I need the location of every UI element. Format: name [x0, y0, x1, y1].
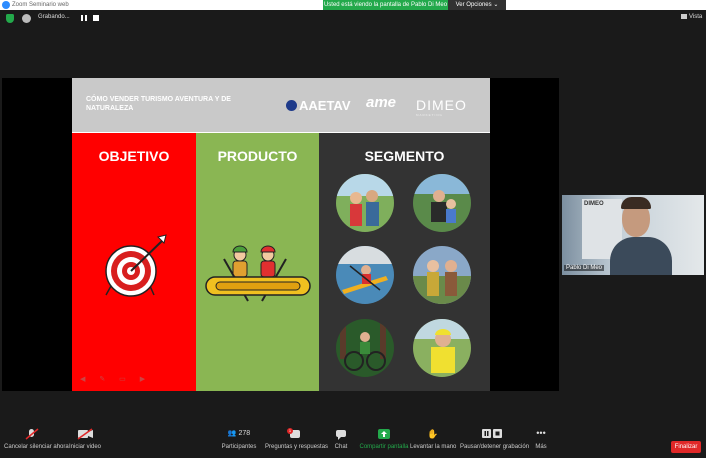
- unmute-button[interactable]: Cancelar silenciar ahora: [4, 428, 69, 450]
- rafting-icon: [205, 245, 311, 302]
- more-icon: •••: [536, 428, 546, 438]
- qa-badge: 1: [287, 428, 293, 434]
- pause-recording-icon[interactable]: [81, 15, 87, 21]
- meeting-top-bar: [0, 10, 706, 30]
- raise-hand-button[interactable]: ✋ Levantar la mano: [410, 428, 456, 450]
- segmento-column: SEGMENTO: [319, 133, 490, 391]
- producto-title: PRODUCTO: [217, 148, 298, 164]
- view-options-button[interactable]: Ver Opciones ⌄: [448, 0, 506, 10]
- share-screen-button[interactable]: Compartir pantalla: [358, 428, 410, 450]
- chat-button[interactable]: Chat: [332, 428, 350, 450]
- segment-photo-family: [413, 174, 471, 232]
- view-label: Vista: [689, 14, 703, 20]
- recording-icon: [22, 14, 31, 23]
- slide-controls[interactable]: ◀ ✎ ▭ ▶: [80, 375, 151, 383]
- producto-column: PRODUCTO: [196, 133, 319, 391]
- share-screen-icon: [378, 429, 390, 439]
- participants-icon: 👥 278: [227, 430, 251, 437]
- participant-body: [610, 237, 672, 275]
- segmento-title: SEGMENTO: [364, 148, 445, 164]
- qa-icon: 1: [287, 428, 303, 440]
- segment-photo-kayak: [336, 246, 394, 304]
- grid-icon: [681, 14, 687, 19]
- view-button[interactable]: Vista: [681, 14, 702, 20]
- ame-logo: ame: [366, 94, 397, 111]
- presentation-slide: CÓMO VENDER TURISMO AVENTURA Y DE NATURA…: [72, 78, 490, 391]
- segment-photo-women-hiking: [413, 246, 471, 304]
- target-arrow-icon: [105, 234, 167, 297]
- aaetav-logo: AAETAV: [286, 98, 351, 113]
- meeting-toolbar: Cancelar silenciar ahora Iniciar video 👥…: [0, 428, 706, 458]
- window-title: Zoom Seminario web: [12, 2, 69, 8]
- view-options-label: Ver Opciones: [455, 2, 492, 8]
- more-button[interactable]: ••• Más: [532, 428, 550, 450]
- security-shield-icon[interactable]: [6, 14, 14, 23]
- slide-header: CÓMO VENDER TURISMO AVENTURA Y DE NATURA…: [72, 78, 490, 132]
- dimeo-logo: DIMEO MARKETING: [416, 97, 467, 117]
- segment-photo-mountain-bike: [336, 319, 394, 377]
- aaetav-logo-icon: [286, 100, 297, 111]
- zoom-logo-icon: [2, 1, 10, 9]
- participant-video-tile[interactable]: DIMEO Pablo Di Meo: [562, 195, 704, 275]
- segment-photo-hiker-smiling: [413, 319, 471, 377]
- participant-name: Pablo Di Meo: [564, 265, 605, 271]
- start-video-button[interactable]: Iniciar video: [68, 428, 102, 450]
- end-meeting-button[interactable]: Finalizar: [671, 441, 701, 453]
- pause-recording-button[interactable]: Pausar/detener grabación: [460, 428, 529, 450]
- segment-photo-hikers: [336, 174, 394, 232]
- chat-icon: [336, 430, 346, 440]
- viewing-screen-notice: Usted está viendo la pantalla de Pablo D…: [323, 0, 448, 10]
- video-banner-text: DIMEO: [584, 201, 604, 207]
- hand-icon: ✋: [427, 429, 439, 439]
- microphone-muted-icon: [25, 428, 39, 440]
- pause-stop-recording-icon: [482, 429, 502, 438]
- slide-title: CÓMO VENDER TURISMO AVENTURA Y DE NATURA…: [86, 96, 231, 112]
- participant-hair: [621, 197, 651, 209]
- qa-button[interactable]: 1 Preguntas y respuestas: [265, 428, 328, 450]
- participants-count: 278: [238, 430, 251, 437]
- screen-share-banner: Usted está viendo la pantalla de Pablo D…: [323, 0, 506, 10]
- video-off-icon: [77, 428, 93, 440]
- recording-status: Grabando...: [38, 14, 70, 20]
- stop-recording-icon[interactable]: [93, 15, 99, 21]
- objetivo-title: OBJETIVO: [98, 148, 170, 164]
- objetivo-column: OBJETIVO: [72, 133, 196, 391]
- participants-button[interactable]: 👥 278 Participantes: [217, 428, 261, 450]
